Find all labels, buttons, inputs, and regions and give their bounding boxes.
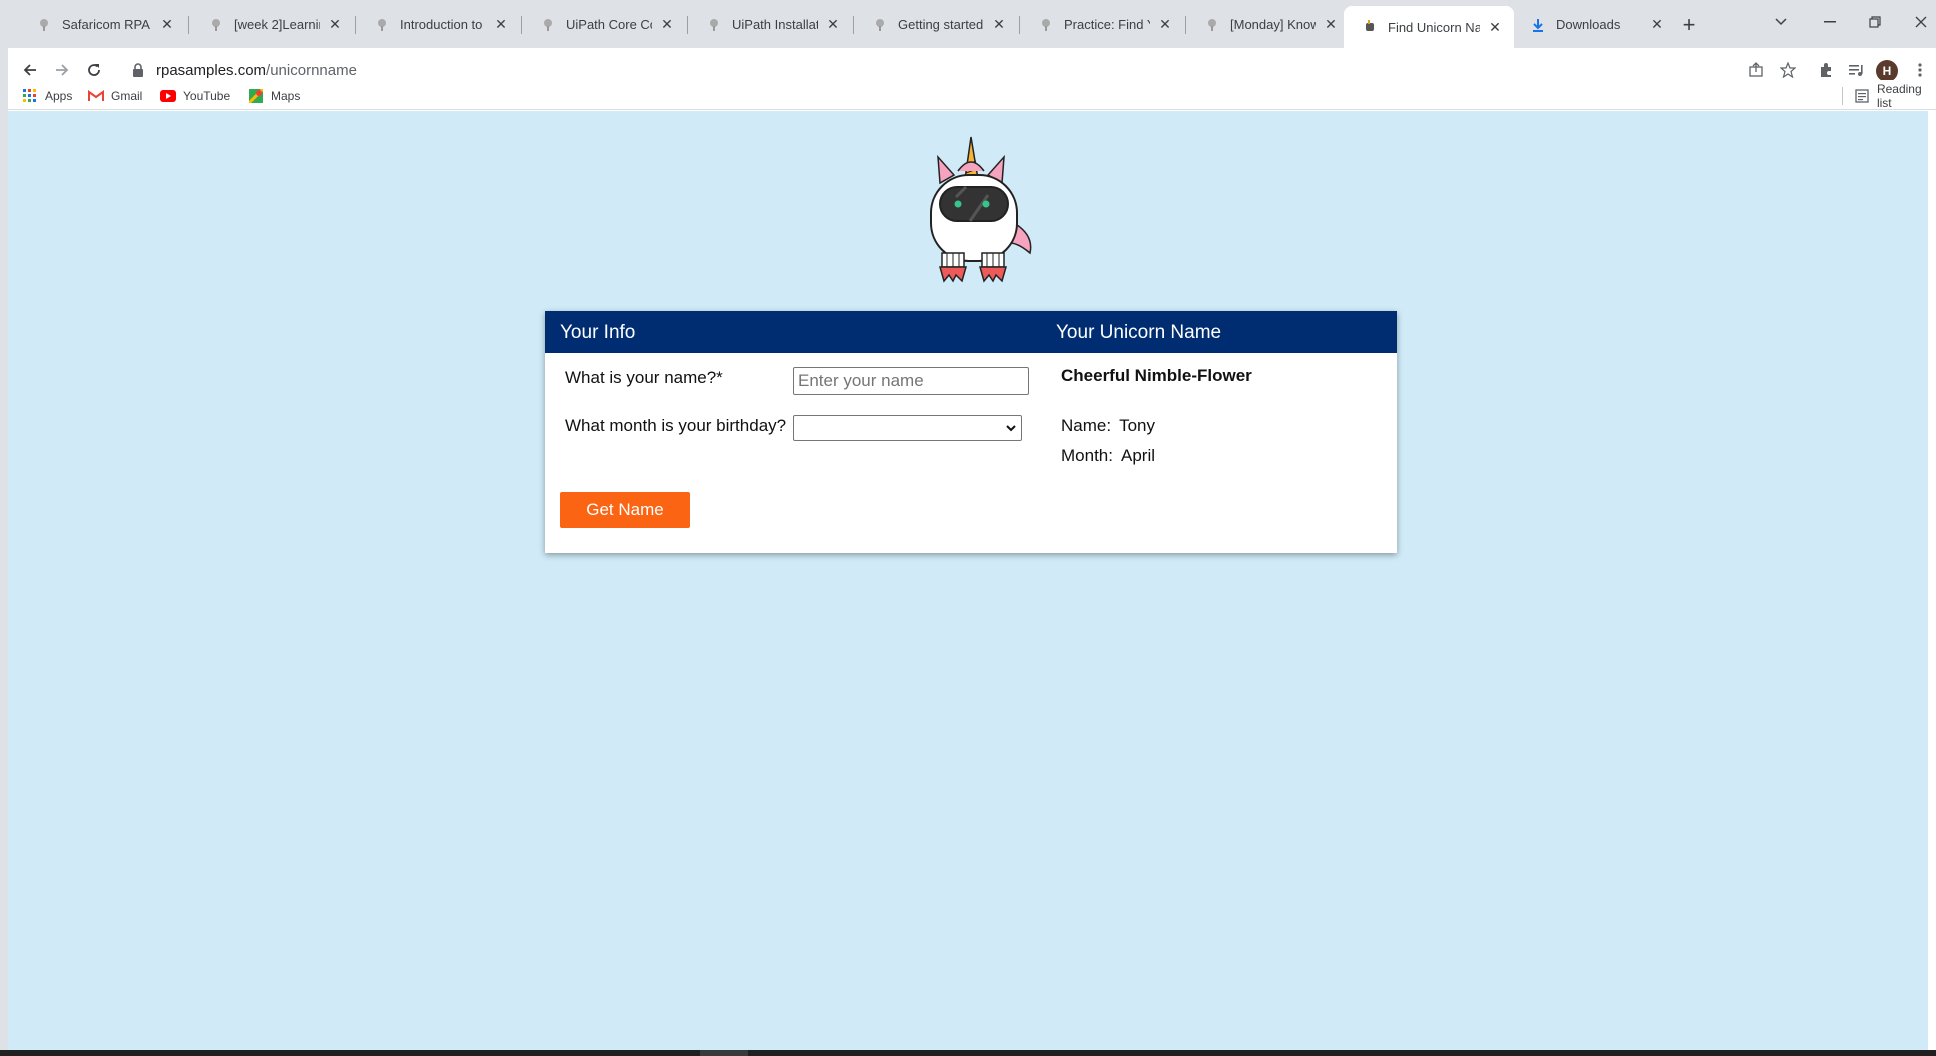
tab-title: Find Unicorn Nam xyxy=(1388,19,1480,35)
bookmark-label: Maps xyxy=(271,89,301,103)
result-name-label: Name: xyxy=(1061,416,1112,435)
birthday-month-select[interactable] xyxy=(793,415,1022,441)
unicorn-name-result: Cheerful Nimble-Flower xyxy=(1061,366,1252,385)
new-tab-button[interactable]: + xyxy=(1676,12,1702,38)
result-month-row: Month: April xyxy=(1061,446,1155,466)
lock-icon[interactable] xyxy=(132,63,146,77)
your-unicorn-name-heading: Your Unicorn Name xyxy=(1056,322,1222,343)
tab-find-unicorn[interactable]: Find Unicorn Nam ✕ xyxy=(1344,6,1514,48)
bookmark-label: YouTube xyxy=(183,89,231,103)
tab-title: [Monday] Knowled xyxy=(1230,17,1316,32)
tab-uipath-core[interactable]: UiPath Core Comp ✕ xyxy=(522,9,686,40)
uipath-tree-icon xyxy=(1204,17,1220,33)
media-queue-icon[interactable] xyxy=(1844,58,1868,82)
tab-title: Introduction to UiP xyxy=(400,17,486,32)
uipath-tree-icon xyxy=(1038,17,1054,33)
tab-title: Safaricom RPA Con xyxy=(62,17,152,32)
url-path: /unicornname xyxy=(266,61,357,79)
tab-uipath-installation[interactable]: UiPath Installation ✕ xyxy=(688,9,852,40)
result-name-value: Tony xyxy=(1119,416,1155,435)
close-icon[interactable]: ✕ xyxy=(1648,16,1666,34)
tab-title: Getting started wit xyxy=(898,17,984,32)
reading-list-label: Reading list xyxy=(1876,82,1922,110)
close-icon[interactable]: ✕ xyxy=(326,16,344,34)
uipath-tree-icon xyxy=(36,17,52,33)
window-left-edge xyxy=(0,0,8,1056)
apps-grid-icon xyxy=(22,88,38,104)
profile-avatar[interactable]: H xyxy=(1876,60,1898,82)
uipath-tree-icon xyxy=(208,17,224,33)
youtube-icon xyxy=(160,88,176,104)
tab-getting-started[interactable]: Getting started wit ✕ xyxy=(854,9,1018,40)
close-icon[interactable]: ✕ xyxy=(1156,16,1174,34)
tab-downloads[interactable]: Downloads ✕ xyxy=(1512,9,1676,40)
bookmark-youtube[interactable]: YouTube xyxy=(160,86,230,106)
extensions-puzzle-icon[interactable] xyxy=(1814,58,1838,82)
uipath-tree-icon xyxy=(872,17,888,33)
tab-title: Practice: Find Your xyxy=(1064,17,1150,32)
tab-strip: Safaricom RPA Con ✕ [week 2]Learning C ✕… xyxy=(8,0,1936,48)
tab-practice[interactable]: Practice: Find Your ✕ xyxy=(1020,9,1184,40)
tab-title: [week 2]Learning C xyxy=(234,17,320,32)
tab-title: Downloads xyxy=(1556,17,1621,32)
uipath-tree-icon xyxy=(374,17,390,33)
uipath-tree-icon xyxy=(706,17,722,33)
taskbar-highlight xyxy=(700,1050,748,1056)
tab-week2[interactable]: [week 2]Learning C ✕ xyxy=(190,9,354,40)
uipath-tree-icon xyxy=(540,17,556,33)
result-name-row: Name: Tony xyxy=(1061,416,1155,436)
your-info-heading: Your Info xyxy=(560,322,636,343)
page-content: Your Info Your Unicorn Name What is your… xyxy=(8,111,1928,1050)
restore-button[interactable] xyxy=(1860,10,1890,34)
result-month-label: Month: xyxy=(1061,446,1113,465)
close-icon[interactable]: ✕ xyxy=(658,16,676,34)
close-icon[interactable]: ✕ xyxy=(1486,18,1504,36)
chevron-down-icon xyxy=(1006,425,1016,432)
get-name-button[interactable]: Get Name xyxy=(560,492,690,528)
tab-title: UiPath Installation xyxy=(732,17,818,32)
tab-monday[interactable]: [Monday] Knowled ✕ xyxy=(1186,9,1350,40)
more-menu-icon[interactable] xyxy=(1908,58,1932,82)
download-icon xyxy=(1530,17,1546,33)
unicorn-robot-logo xyxy=(918,135,1044,285)
reading-list-icon xyxy=(1855,89,1869,103)
bookmark-maps[interactable]: Maps xyxy=(248,86,300,106)
bookmarks-divider xyxy=(1842,87,1843,105)
bookmark-star-icon[interactable] xyxy=(1776,58,1800,82)
tab-title: UiPath Core Comp xyxy=(566,17,652,32)
minimize-button[interactable] xyxy=(1815,10,1845,34)
close-icon[interactable]: ✕ xyxy=(492,16,510,34)
reading-list-button[interactable]: Reading list xyxy=(1842,82,1936,110)
close-icon[interactable]: ✕ xyxy=(824,16,842,34)
close-icon[interactable]: ✕ xyxy=(158,16,176,34)
gmail-icon xyxy=(88,88,104,104)
os-taskbar xyxy=(0,1050,1936,1056)
url-host: rpasamples.com xyxy=(156,61,267,79)
card-header: Your Info Your Unicorn Name xyxy=(545,311,1397,353)
tab-safaricom[interactable]: Safaricom RPA Con ✕ xyxy=(18,9,186,40)
unicorn-favicon-icon xyxy=(1362,19,1378,35)
tab-search-chevron-down-icon[interactable] xyxy=(1766,10,1796,34)
close-icon[interactable]: ✕ xyxy=(1322,16,1340,34)
name-input[interactable] xyxy=(793,367,1029,395)
close-window-button[interactable] xyxy=(1906,10,1936,34)
bookmarks-bar: Apps Gmail YouTube Maps Reading list xyxy=(8,80,1936,110)
unicorn-form-card: Your Info Your Unicorn Name What is your… xyxy=(545,311,1397,553)
bookmark-gmail[interactable]: Gmail xyxy=(88,86,142,106)
birthday-month-label: What month is your birthday? xyxy=(565,416,787,435)
bookmark-label: Gmail xyxy=(111,89,143,103)
bookmark-apps[interactable]: Apps xyxy=(22,86,72,106)
result-month-value: April xyxy=(1120,446,1155,465)
name-label: What is your name?* xyxy=(565,368,723,387)
tab-introduction[interactable]: Introduction to UiP ✕ xyxy=(356,9,520,40)
close-icon[interactable]: ✕ xyxy=(990,16,1008,34)
browser-window: Safaricom RPA Con ✕ [week 2]Learning C ✕… xyxy=(0,0,1936,1056)
maps-icon xyxy=(248,88,264,104)
share-icon[interactable] xyxy=(1744,58,1768,82)
bookmark-label: Apps xyxy=(45,89,73,103)
